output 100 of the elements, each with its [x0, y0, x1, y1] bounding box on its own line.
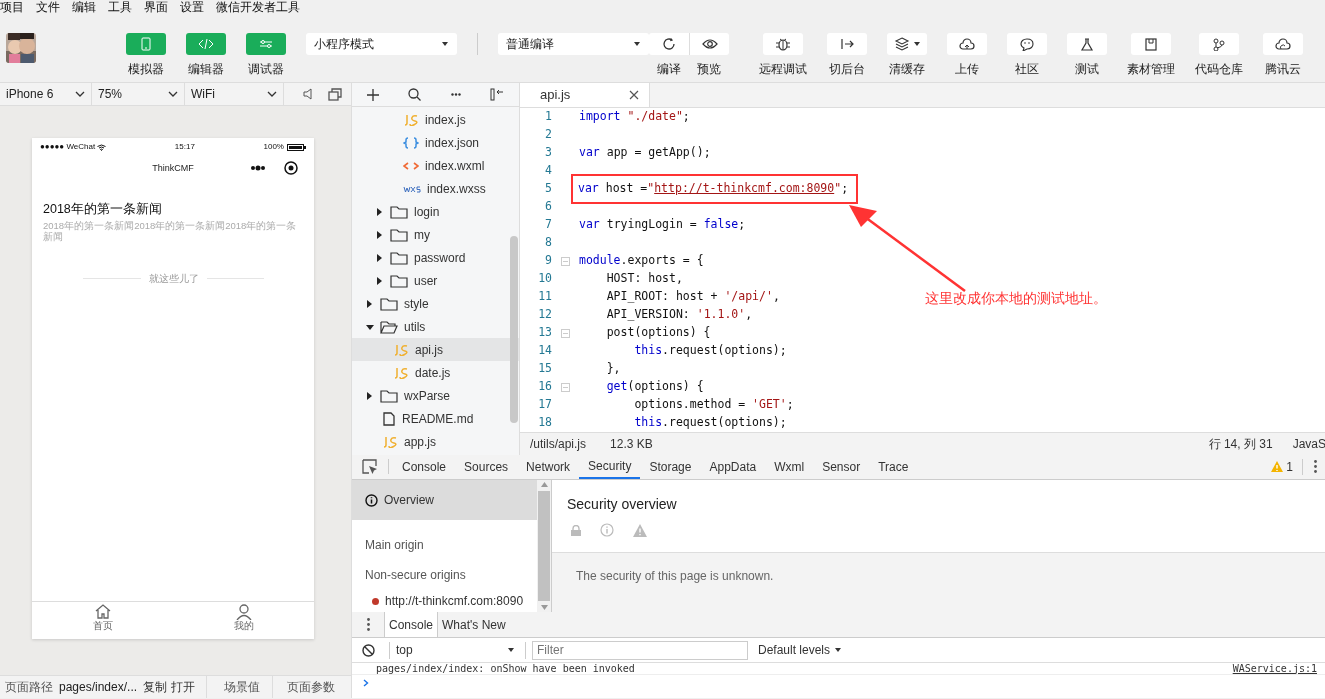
devtools-tab[interactable]: AppData — [700, 454, 766, 479]
code-line: this.request(options); — [633, 342, 788, 360]
lock-icon — [571, 524, 581, 536]
more-icon[interactable] — [1314, 460, 1317, 473]
folder-item[interactable]: utils — [352, 315, 519, 338]
menu-item[interactable]: 文件 — [36, 0, 60, 14]
line-number: 2 — [544, 126, 552, 144]
devtools-tab[interactable]: Storage — [640, 454, 701, 479]
menu-item[interactable]: 项目 — [0, 0, 24, 14]
line-number: 15 — [537, 360, 552, 378]
add-icon[interactable] — [366, 88, 379, 101]
box-icon — [1143, 37, 1159, 51]
news-title[interactable]: 2018年的第一条新闻 — [43, 200, 304, 219]
folder-item[interactable]: password — [352, 246, 519, 269]
devtools-tab[interactable]: Sensor — [813, 454, 870, 479]
menu-item[interactable]: 设置 — [180, 0, 204, 14]
toolbar-button[interactable] — [1067, 33, 1107, 55]
copy-link[interactable]: 复制 — [143, 678, 168, 696]
phone-tab[interactable]: 我的 — [173, 602, 314, 639]
file-item[interactable]: api.js — [352, 338, 519, 361]
file-item[interactable]: index.wxml — [352, 154, 519, 177]
toolbar-button[interactable] — [1199, 33, 1239, 55]
line-number: 6 — [544, 198, 552, 216]
toolbar-button[interactable] — [1007, 33, 1047, 55]
file-item[interactable]: index.json — [352, 131, 519, 154]
params-button[interactable]: 页面参数 — [273, 678, 336, 696]
json-file-icon — [403, 136, 419, 149]
sidebar-item[interactable]: Overview — [352, 480, 537, 520]
file-item[interactable]: index.wxss — [352, 177, 519, 200]
context-select[interactable]: top — [390, 641, 526, 659]
folder-item[interactable]: wxParse — [352, 384, 519, 407]
network-select[interactable]: WiFi — [185, 83, 284, 105]
source-link[interactable]: WAService.js:1 — [1232, 663, 1317, 674]
toolbar-button[interactable] — [649, 33, 689, 55]
menu-item[interactable]: 工具 — [108, 0, 132, 14]
scene-button[interactable]: 场景值 — [207, 676, 274, 698]
inspect-icon[interactable] — [362, 459, 378, 474]
levels-select[interactable]: Default levels — [752, 640, 849, 660]
more-icon[interactable] — [367, 618, 370, 631]
zoom-select[interactable]: 75% — [92, 83, 185, 105]
caret-down-icon — [366, 322, 374, 331]
line-number: 18 — [537, 414, 552, 432]
cloud-upload-icon — [959, 37, 975, 51]
toggle-button[interactable] — [246, 33, 286, 55]
toolbar-label: 上传 — [955, 61, 979, 78]
more-icon[interactable] — [250, 165, 266, 171]
devtools-tab[interactable]: Security — [579, 454, 641, 479]
devtools-tab[interactable]: Console — [393, 454, 456, 479]
chevron-icon — [267, 91, 277, 97]
file-item[interactable]: app.js — [352, 430, 519, 453]
carrier-text: ●●●●● WeChat — [40, 141, 96, 153]
open-link[interactable]: 打开 — [171, 676, 208, 698]
markup-file-icon — [403, 159, 419, 172]
toolbar-button[interactable] — [947, 33, 987, 55]
devtools-tab[interactable]: Sources — [455, 454, 518, 479]
search-icon[interactable] — [408, 88, 422, 101]
drawer-tab[interactable]: What's New — [438, 612, 510, 637]
folder-item[interactable]: user — [352, 269, 519, 292]
file-item[interactable]: date.js — [352, 361, 519, 384]
toolbar-button[interactable] — [887, 33, 927, 55]
file-item[interactable]: index.js — [352, 108, 519, 131]
menu-item[interactable]: 界面 — [144, 0, 168, 14]
code-line: API_VERSION: '1.1.0', — [605, 306, 754, 324]
filter-field[interactable]: Filter — [532, 640, 748, 660]
folder-item[interactable]: style — [352, 292, 519, 315]
device-select[interactable]: iPhone 6 — [0, 83, 92, 105]
toggle-button[interactable] — [186, 33, 226, 55]
file-item[interactable]: README.md — [352, 407, 519, 430]
clear-icon[interactable] — [362, 643, 375, 657]
toggle-button[interactable] — [126, 33, 166, 55]
folder-icon — [390, 250, 408, 265]
drawer-tab[interactable]: Console — [384, 612, 439, 637]
toolbar-button[interactable] — [763, 33, 803, 55]
more-icon[interactable] — [450, 93, 461, 96]
folder-item[interactable]: my — [352, 223, 519, 246]
devtools-tab[interactable]: Network — [517, 454, 580, 479]
devtools-tab[interactable]: Trace — [869, 454, 918, 479]
mode-select[interactable]: 小程序模式 — [306, 33, 457, 55]
menu-item[interactable]: 微信开发者工具 — [216, 0, 300, 14]
scrollbar-thumb[interactable] — [510, 236, 518, 423]
collapse-panel-icon[interactable] — [490, 88, 505, 101]
compile-select[interactable]: 普通编译 — [498, 33, 649, 55]
phone-tab[interactable]: 首页 — [32, 602, 173, 639]
devtools-tab[interactable]: Wxml — [765, 454, 814, 479]
js-file-icon — [403, 113, 419, 126]
folder-item[interactable]: login — [352, 200, 519, 223]
scrollbar-thumb[interactable] — [538, 491, 550, 601]
refresh-icon — [661, 37, 677, 51]
editor-tab[interactable]: api.js — [520, 83, 650, 107]
menu-item[interactable]: 编辑 — [72, 0, 96, 14]
code-line: API_ROOT: host + '/api/', — [605, 288, 781, 306]
warning-count[interactable]: 1 — [1286, 457, 1293, 476]
toolbar-button[interactable] — [1263, 33, 1303, 55]
caret-right-icon — [366, 391, 374, 400]
window-icon[interactable] — [328, 87, 342, 101]
toolbar-button[interactable] — [689, 33, 729, 55]
origin-item[interactable]: http://t-thinkcmf.com:8090 — [352, 590, 537, 612]
caret-right-icon — [376, 207, 384, 216]
speaker-icon[interactable] — [302, 87, 314, 101]
caret-icon — [441, 41, 449, 47]
